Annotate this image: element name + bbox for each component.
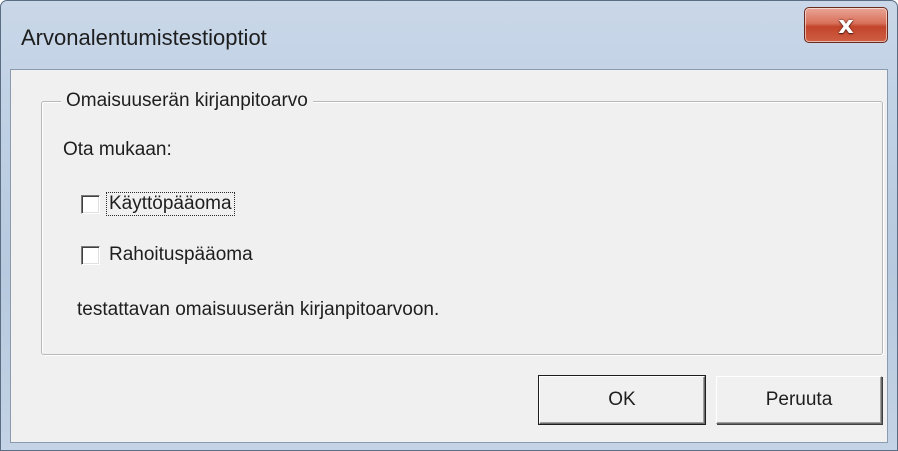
title-bar[interactable]: Arvonalentumistestioptiot x [1, 1, 897, 69]
checkbox-icon[interactable] [81, 195, 100, 214]
ok-button[interactable]: OK [538, 375, 706, 425]
dialog-body: Omaisuuserän kirjanpitoarvo Ota mukaan: … [10, 69, 888, 443]
checkbox-financial-capital[interactable]: Rahoituspääoma [81, 243, 321, 269]
close-button[interactable]: x [804, 7, 888, 43]
footer-text: testattavan omaisuuserän kirjanpitoarvoo… [77, 299, 440, 320]
checkbox-label-working-capital[interactable]: Käyttöpääoma [106, 192, 235, 216]
checkbox-label-financial-capital[interactable]: Rahoituspääoma [107, 244, 255, 266]
include-label: Ota mukaan: [63, 139, 172, 160]
checkbox-working-capital[interactable]: Käyttöpääoma [81, 192, 321, 218]
dialog-window: Arvonalentumistestioptiot x Omaisuuserän… [0, 0, 898, 451]
checkbox-icon[interactable] [81, 246, 100, 265]
window-title: Arvonalentumistestioptiot [21, 25, 267, 50]
close-icon: x [838, 11, 854, 39]
cancel-button[interactable]: Peruuta [716, 376, 882, 424]
groupbox-legend: Omaisuuserän kirjanpitoarvo [61, 90, 313, 112]
